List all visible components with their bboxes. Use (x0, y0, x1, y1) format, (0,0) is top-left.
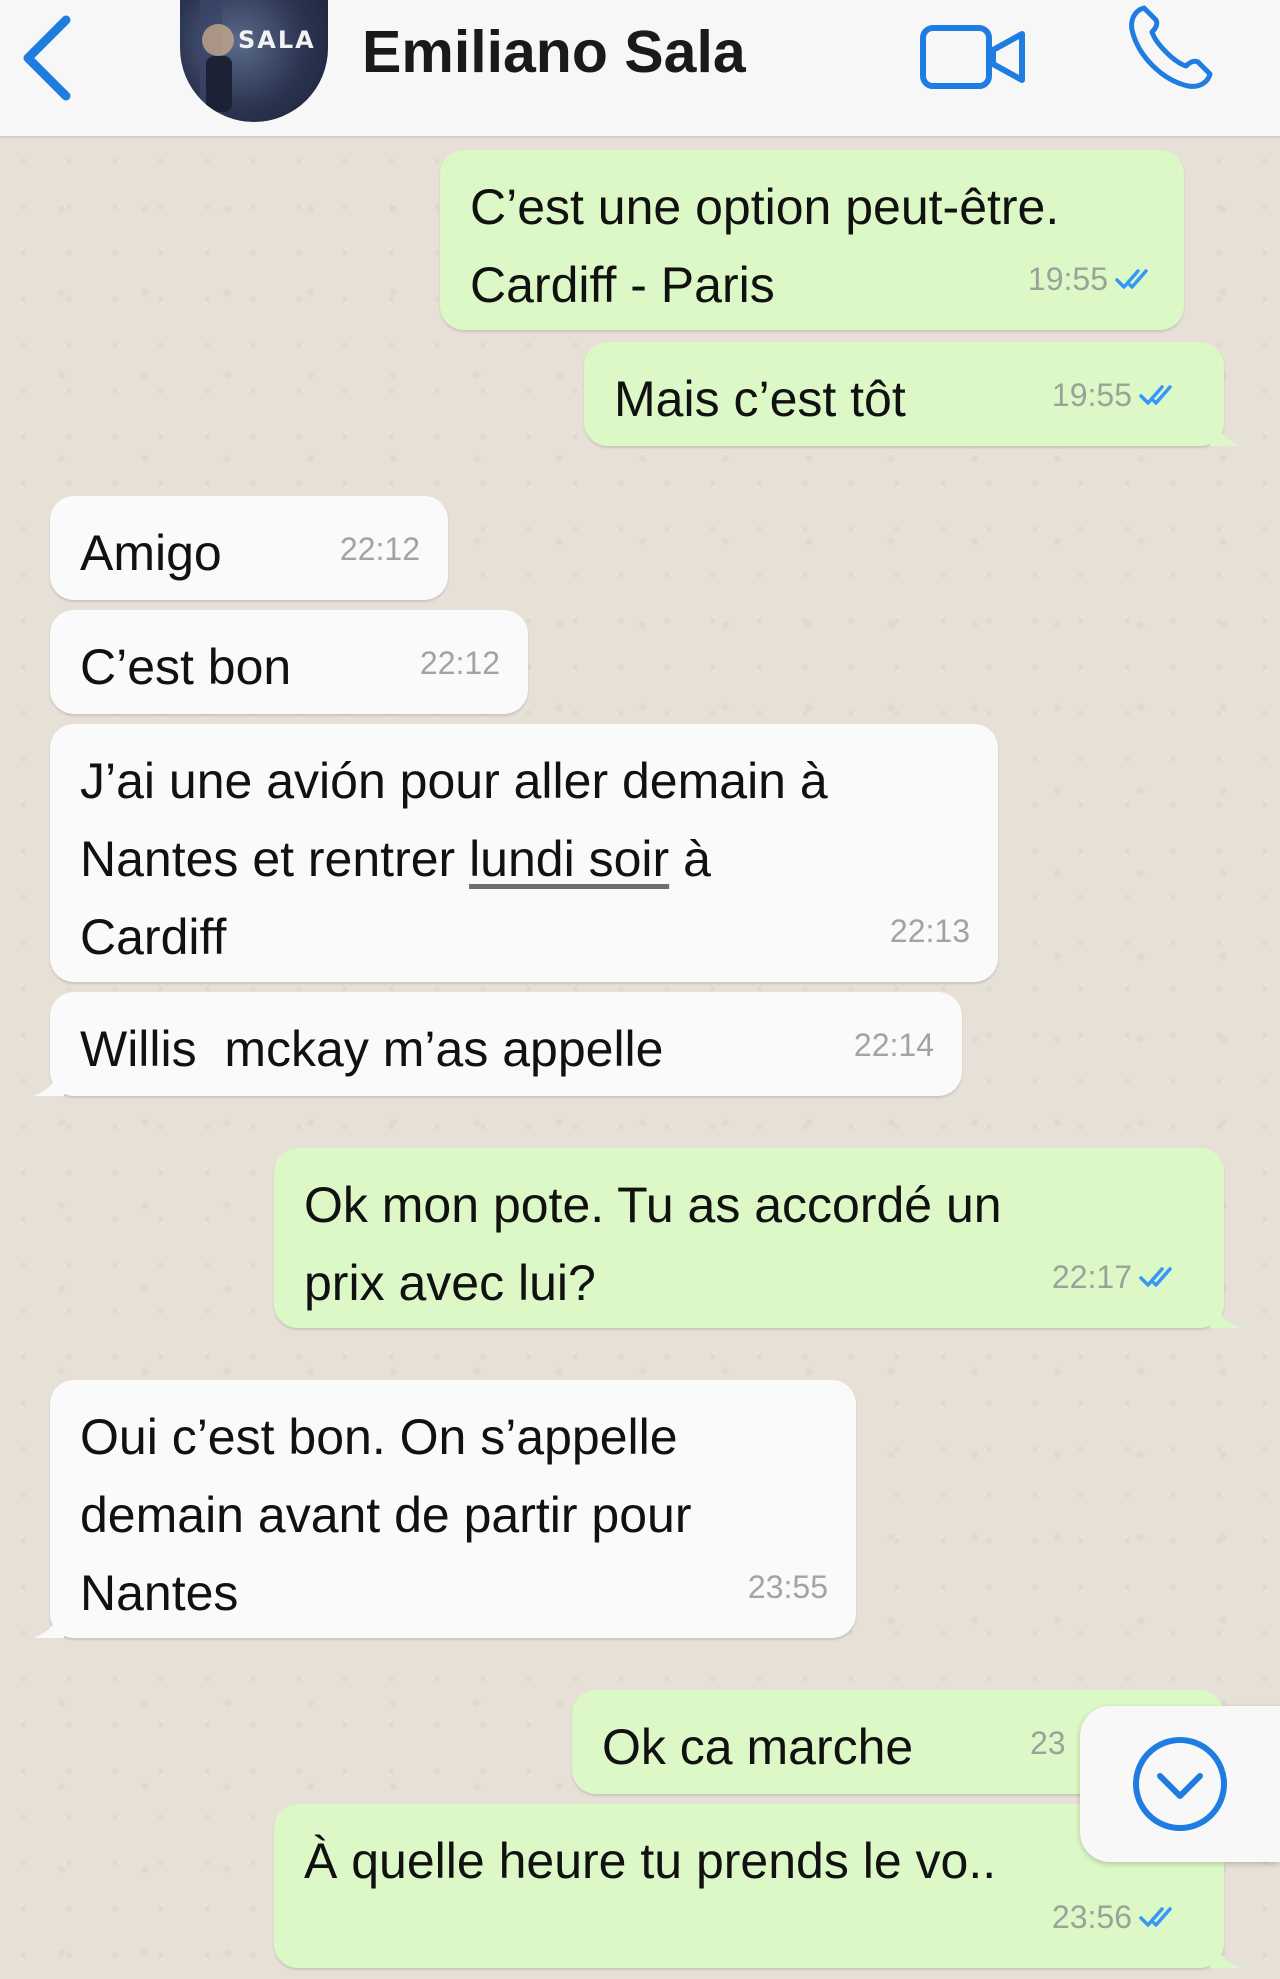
video-camera-icon (920, 25, 1025, 89)
chevron-left-icon (23, 15, 71, 101)
phone-icon (1129, 5, 1213, 89)
message-meta: 19:55 (1028, 240, 1156, 318)
bubble-tail (1210, 1298, 1240, 1328)
message-meta: 19:55 (1052, 356, 1180, 434)
message-text: J’ai une avión pour aller demain à Nante… (80, 742, 968, 976)
message-meta: 22:12 (340, 510, 420, 588)
bubble-tail (1210, 1938, 1240, 1968)
message-time: 22:14 (853, 1027, 934, 1063)
read-ticks-icon (1115, 269, 1148, 289)
back-button[interactable] (14, 12, 84, 102)
message-time: 19:55 (1051, 377, 1132, 413)
message-meta: 22:14 (854, 1006, 934, 1084)
message-text: Oui c’est bon. On s’appelle demain avant… (80, 1409, 692, 1621)
message-bubble-incoming[interactable]: Oui c’est bon. On s’appelle demain avant… (34, 1380, 856, 1638)
message-bubble-outgoing[interactable]: Mais c’est tôt 19:55 (584, 342, 1240, 446)
message-bubble-outgoing[interactable]: C’est une option peut-être. Cardiff - Pa… (440, 150, 1184, 330)
voice-call-button[interactable] (1122, 0, 1218, 96)
read-ticks-icon (1139, 385, 1172, 405)
message-time: 22:13 (889, 913, 970, 949)
message-meta: 22:12 (420, 624, 500, 702)
message-bubble-outgoing[interactable]: Ok mon pote. Tu as accordé un prix avec … (274, 1148, 1240, 1328)
chat-header: SALA Emiliano Sala (0, 0, 1280, 138)
message-bubble-incoming[interactable]: Willis mckay m’as appelle 22:14 (34, 992, 962, 1096)
contact-name[interactable]: Emiliano Sala (362, 18, 746, 86)
read-ticks-icon (1139, 1267, 1172, 1287)
message-time: 19:55 (1027, 261, 1108, 297)
chevron-down-circle-icon (1133, 1737, 1227, 1831)
message-meta: 23 (1030, 1704, 1066, 1782)
message-time: 23:56 (1051, 1899, 1132, 1935)
message-bubble-incoming[interactable]: Amigo 22:12 (50, 496, 448, 600)
chat-area[interactable]: C’est une option peut-être. Cardiff - Pa… (0, 138, 1280, 1979)
scroll-to-bottom-button[interactable] (1080, 1706, 1280, 1862)
video-call-button[interactable] (918, 18, 1030, 98)
avatar[interactable]: SALA (180, 0, 328, 122)
message-bubble-incoming[interactable]: J’ai une avión pour aller demain à Nante… (50, 724, 998, 982)
avatar-logo-text: SALA (238, 26, 316, 54)
message-time: 23:55 (747, 1569, 828, 1605)
message-text-part: J’ai une avión pour aller demain à Nante… (80, 753, 828, 887)
message-meta: 23:56 (1052, 1878, 1180, 1956)
avatar-photo (200, 0, 234, 122)
message-time: 22:12 (339, 531, 420, 567)
message-bubble-incoming[interactable]: C’est bon 22:12 (50, 610, 528, 714)
read-ticks-icon (1139, 1907, 1172, 1927)
date-link[interactable]: lundi soir (469, 831, 669, 887)
message-text: Willis mckay m’as appelle (80, 1021, 664, 1077)
bubble-tail (34, 1608, 64, 1638)
message-time: 23 (1030, 1725, 1066, 1761)
message-time: 22:17 (1051, 1259, 1132, 1295)
message-time: 22:12 (419, 645, 500, 681)
message-meta: 22:13 (890, 892, 970, 970)
bubble-tail (1210, 416, 1240, 446)
message-meta: 22:17 (1052, 1238, 1180, 1316)
message-meta: 23:55 (748, 1548, 828, 1626)
bubble-tail (34, 1066, 64, 1096)
